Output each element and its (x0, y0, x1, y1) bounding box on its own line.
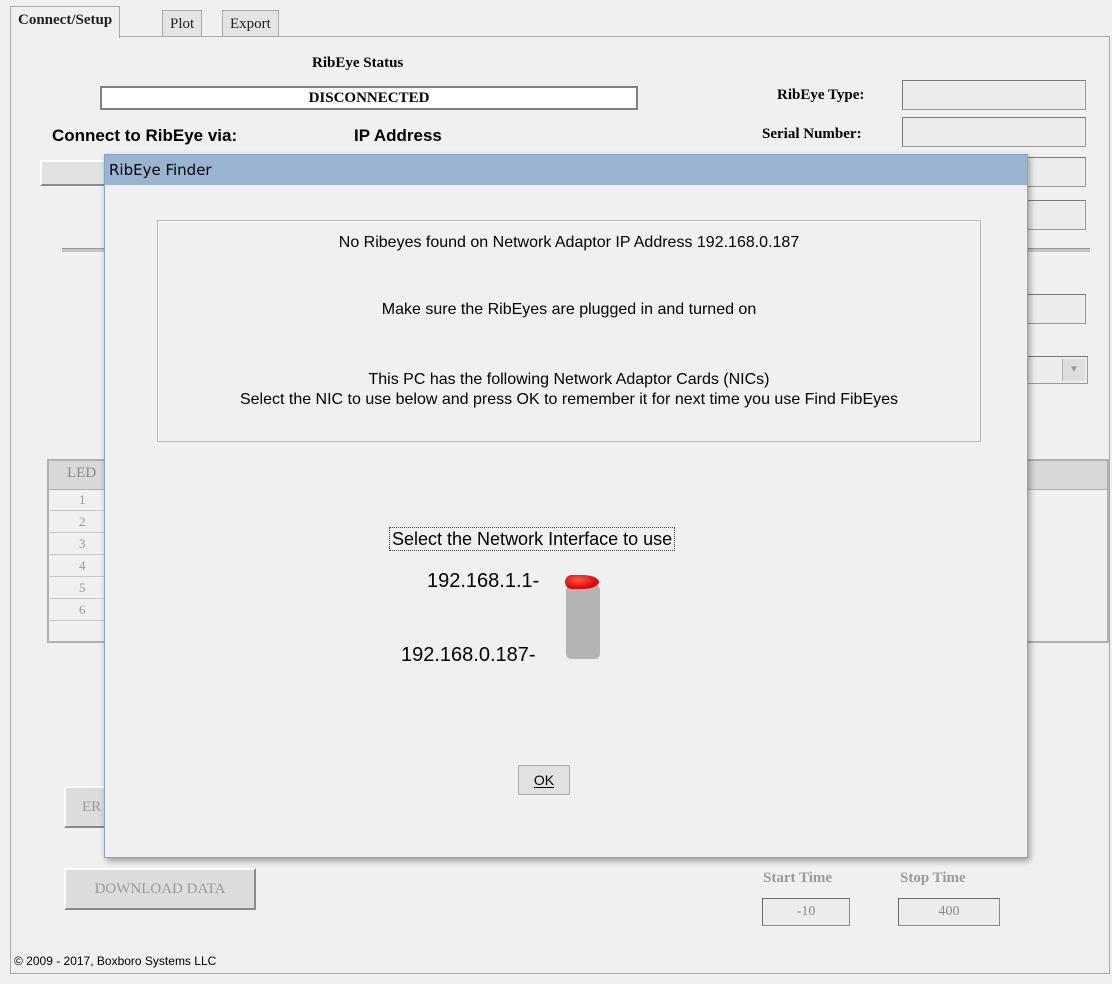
table-row[interactable]: 4 (49, 555, 107, 577)
connect-via-label: Connect to RibEye via: (52, 126, 238, 145)
tick-mark: - (528, 644, 536, 666)
message-panel: No Ribeyes found on Network Adaptor IP A… (157, 220, 981, 442)
nic-option-1[interactable]: 192.168.1.1- (427, 569, 539, 593)
tab-export[interactable]: Export (222, 10, 279, 37)
status-indicator: DISCONNECTED (100, 86, 638, 110)
message-no-ribeyes: No Ribeyes found on Network Adaptor IP A… (338, 234, 800, 251)
table-row[interactable]: 3 (49, 533, 107, 555)
ribeye-type-field (902, 80, 1086, 110)
message-select-nic: Select the NIC to use below and press OK… (239, 391, 899, 408)
nic-selector-switch[interactable] (566, 585, 600, 659)
ok-button[interactable]: OK (518, 765, 570, 795)
progress-track-left (62, 248, 106, 252)
nic-option-2[interactable]: 192.168.0.187- (401, 643, 536, 667)
nic-selector-label: Select the Network Interface to use (389, 527, 676, 551)
table-row[interactable]: 1 (49, 489, 107, 511)
connect-method-value: IP Address (354, 126, 442, 145)
connect-button[interactable] (40, 160, 110, 186)
table-row[interactable]: 2 (49, 511, 107, 533)
serial-number-label: Serial Number: (762, 126, 862, 142)
progress-track-right (1026, 248, 1090, 252)
chevron-down-icon[interactable]: ▼ (1062, 359, 1085, 381)
ribeye-type-label: RibEye Type: (777, 87, 865, 103)
message-nic-list: This PC has the following Network Adapto… (368, 371, 770, 388)
message-plug-in: Make sure the RibEyes are plugged in and… (381, 301, 757, 318)
copyright-text: © 2009 - 2017, Boxboro Systems LLC (14, 954, 217, 968)
table-row[interactable]: 5 (49, 577, 107, 599)
start-time-field[interactable]: -10 (762, 898, 850, 926)
table-row[interactable]: 6 (49, 599, 107, 621)
dialog-title: RibEye Finder (109, 161, 212, 179)
status-heading: RibEye Status (312, 55, 404, 71)
start-time-label: Start Time (763, 870, 833, 886)
stop-time-field[interactable]: 400 (898, 898, 1000, 926)
dropdown-field[interactable]: ▼ (1020, 356, 1088, 384)
dialog-titlebar[interactable]: RibEye Finder (105, 155, 1027, 185)
download-data-button[interactable]: DOWNLOAD DATA (64, 868, 256, 910)
led-column-header: LED (67, 465, 97, 481)
stop-time-label: Stop Time (900, 870, 966, 886)
info-field-5 (1020, 294, 1086, 324)
tick-mark: - (532, 570, 540, 592)
info-field-4 (1020, 200, 1086, 230)
tab-plot[interactable]: Plot (162, 10, 203, 37)
nic-selector-knob[interactable] (565, 575, 599, 589)
nic-option-2-label: 192.168.0.187 (401, 644, 529, 666)
ok-button-label: OK (533, 772, 555, 788)
nic-option-1-label: 192.168.1.1 (427, 570, 533, 592)
info-field-3 (1020, 157, 1086, 187)
serial-number-field (902, 117, 1086, 147)
ribeye-finder-dialog: RibEye Finder No Ribeyes found on Networ… (104, 154, 1028, 858)
tab-connect-setup[interactable]: Connect/Setup (10, 6, 121, 38)
